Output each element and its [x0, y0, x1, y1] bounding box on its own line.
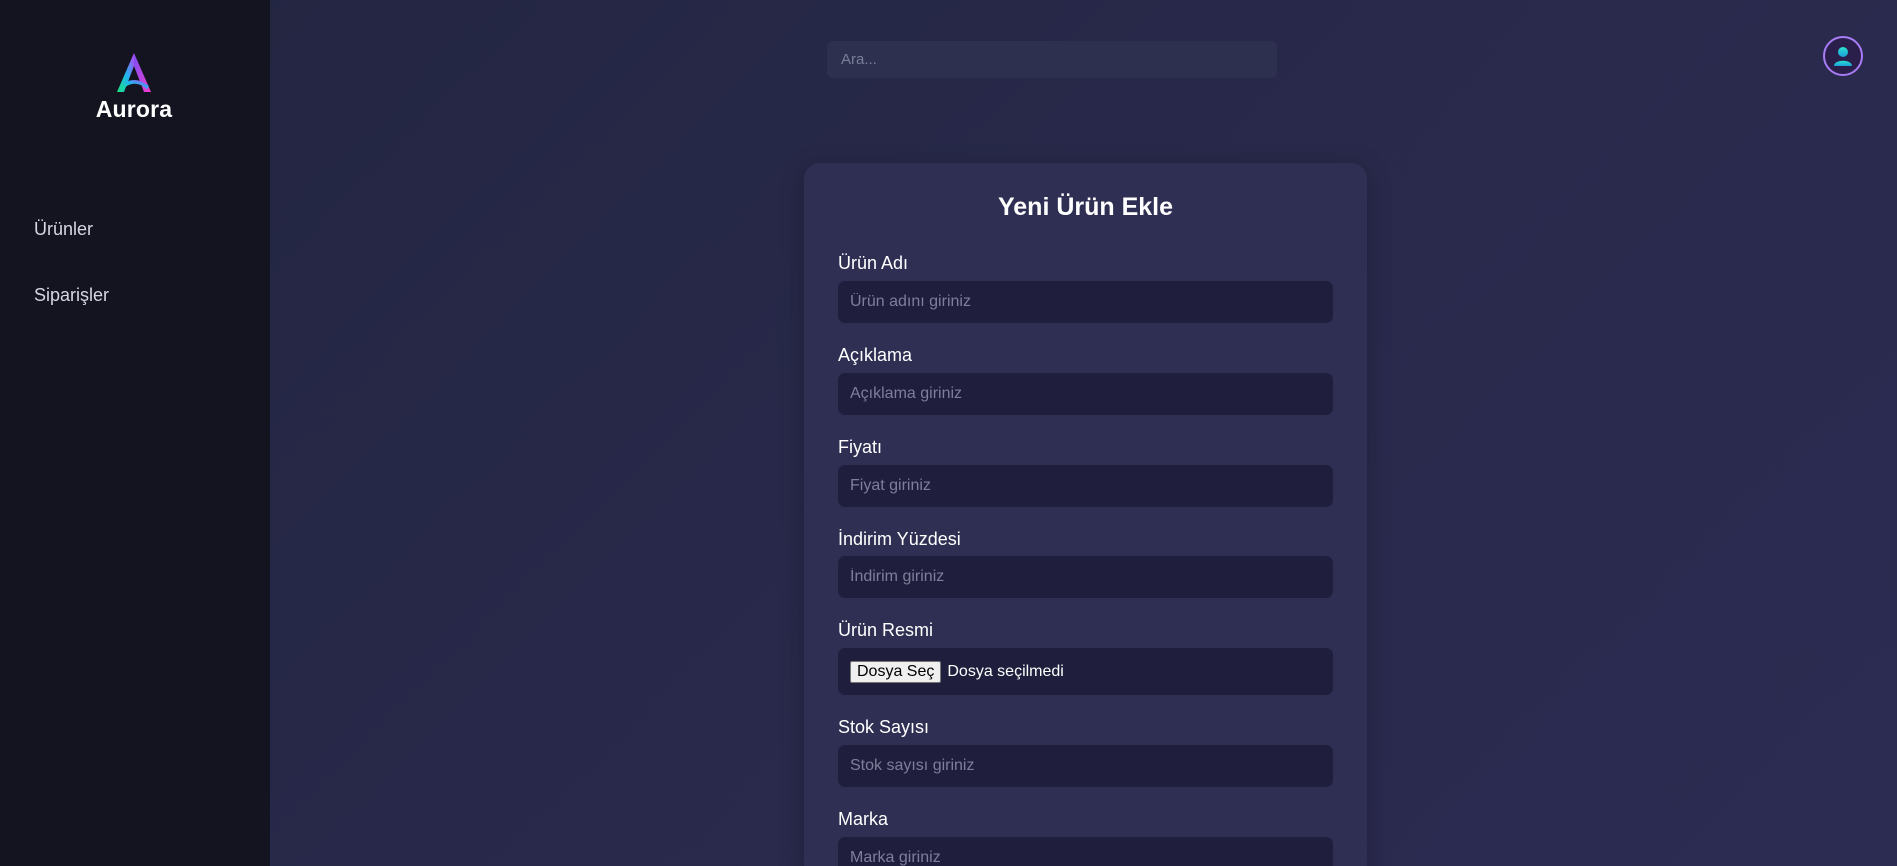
sidebar-item-urunler[interactable]: Ürünler [34, 219, 93, 240]
description-label: Açıklama [838, 345, 913, 365]
stock-input[interactable] [838, 745, 1333, 787]
brand-label: Marka [838, 809, 889, 829]
product-name-label: Ürün Adı [838, 253, 909, 273]
price-label: Fiyatı [838, 437, 883, 457]
brand-input[interactable] [838, 837, 1333, 866]
discount-input[interactable] [838, 556, 1333, 598]
product-image-label: Ürün Resmi [838, 620, 934, 640]
search-input[interactable] [827, 41, 1277, 78]
form-title: Yeni Ürün Ekle [997, 193, 1174, 221]
file-status-text: Dosya seçilmedi [947, 662, 1064, 680]
new-product-form: Yeni Ürün Ekle Ürün Adı Açıklama Fiyatı … [804, 163, 1367, 866]
brand-logo[interactable]: Aurora [94, 50, 174, 123]
choose-file-button[interactable]: Dosya Seç [850, 660, 942, 683]
product-name-input[interactable] [838, 281, 1333, 323]
discount-label: İndirim Yüzdesi [838, 529, 961, 549]
user-icon [1834, 47, 1852, 66]
price-input[interactable] [838, 465, 1333, 507]
user-avatar-button[interactable] [1823, 36, 1863, 76]
description-input[interactable] [838, 373, 1333, 415]
product-image-file-field: Dosya Seç Dosya seçilmedi [838, 648, 1333, 695]
aurora-logo-icon [117, 53, 151, 92]
brand-name: Aurora [95, 96, 173, 122]
sidebar: Aurora Ürünler Siparişler [0, 0, 270, 866]
sidebar-item-siparisler[interactable]: Siparişler [34, 285, 109, 306]
stock-label: Stok Sayısı [838, 717, 930, 737]
